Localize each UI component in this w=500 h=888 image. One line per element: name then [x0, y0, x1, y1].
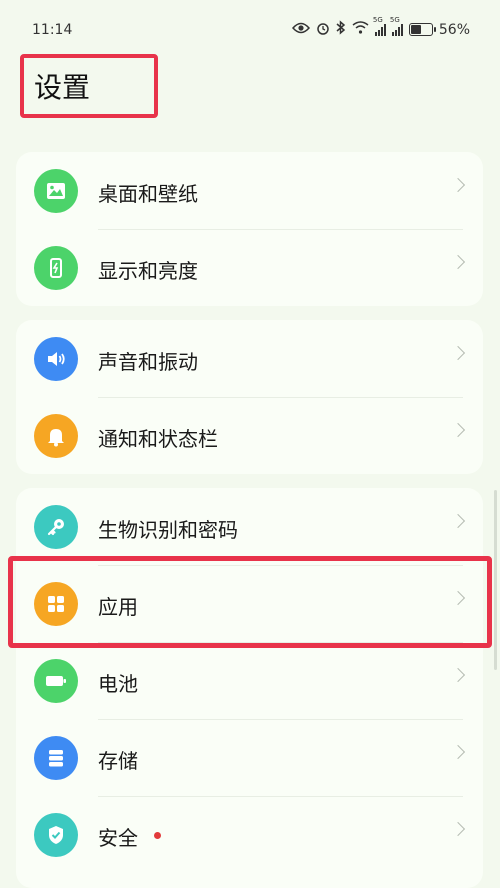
chevron-right-icon: [450, 345, 466, 361]
notification-badge: [154, 832, 161, 839]
chevron-right-icon: [450, 667, 466, 683]
settings-item-label: 生物识别和密码: [98, 518, 238, 542]
settings-item-security[interactable]: 安全: [16, 796, 483, 873]
settings-item-battery[interactable]: 电池: [16, 642, 483, 719]
battery-status-icon: [408, 23, 436, 36]
settings-item-label: 显示和亮度: [98, 259, 198, 283]
bluetooth-icon: [336, 20, 346, 39]
settings-item-label: 存储: [98, 749, 138, 773]
status-time: 11:14: [32, 22, 73, 38]
display-brightness-icon: [34, 246, 78, 290]
settings-item-biometrics[interactable]: 生物识别和密码: [16, 488, 483, 565]
bell-icon: [34, 414, 78, 458]
settings-group-1: 桌面和壁纸 显示和亮度: [16, 152, 483, 306]
status-bar: 11:14 5G 5G 56%: [0, 0, 500, 62]
settings-item-sound[interactable]: 声音和振动: [16, 320, 483, 397]
signal-sim2-icon: 5G: [390, 16, 403, 36]
eye-comfort-icon: [291, 22, 310, 38]
chevron-right-icon: [450, 422, 466, 438]
chevron-right-icon: [450, 744, 466, 760]
battery-percent: 56%: [438, 21, 470, 38]
scrollbar[interactable]: [494, 490, 497, 670]
wallpaper-icon: [34, 169, 78, 213]
chevron-right-icon: [450, 513, 466, 529]
apps-highlight-box: [8, 556, 492, 648]
shield-check-icon: [34, 813, 78, 857]
chevron-right-icon: [450, 254, 466, 270]
signal-sim1-icon: 5G: [373, 16, 386, 36]
wifi-icon: [352, 21, 369, 38]
alarm-icon: [316, 21, 330, 39]
settings-item-label: 声音和振动: [98, 350, 198, 374]
storage-icon: [34, 736, 78, 780]
settings-item-storage[interactable]: 存储: [16, 719, 483, 796]
settings-item-label: 安全: [98, 826, 138, 850]
status-icons: 5G 5G 56%: [291, 16, 470, 39]
settings-item-label: 通知和状态栏: [98, 427, 218, 451]
battery-icon: [34, 659, 78, 703]
key-icon: [34, 505, 78, 549]
settings-item-notifications[interactable]: 通知和状态栏: [16, 397, 483, 474]
settings-item-display[interactable]: 显示和亮度: [16, 229, 483, 306]
chevron-right-icon: [450, 177, 466, 193]
settings-item-label: 桌面和壁纸: [98, 182, 198, 206]
chevron-right-icon: [450, 821, 466, 837]
settings-group-3: 生物识别和密码 应用 电池 存储 安全: [16, 488, 483, 888]
settings-group-2: 声音和振动 通知和状态栏: [16, 320, 483, 474]
speaker-icon: [34, 337, 78, 381]
page-title: 设置: [34, 71, 91, 104]
settings-item-label: 电池: [98, 672, 138, 696]
settings-item-wallpaper[interactable]: 桌面和壁纸: [16, 152, 483, 229]
